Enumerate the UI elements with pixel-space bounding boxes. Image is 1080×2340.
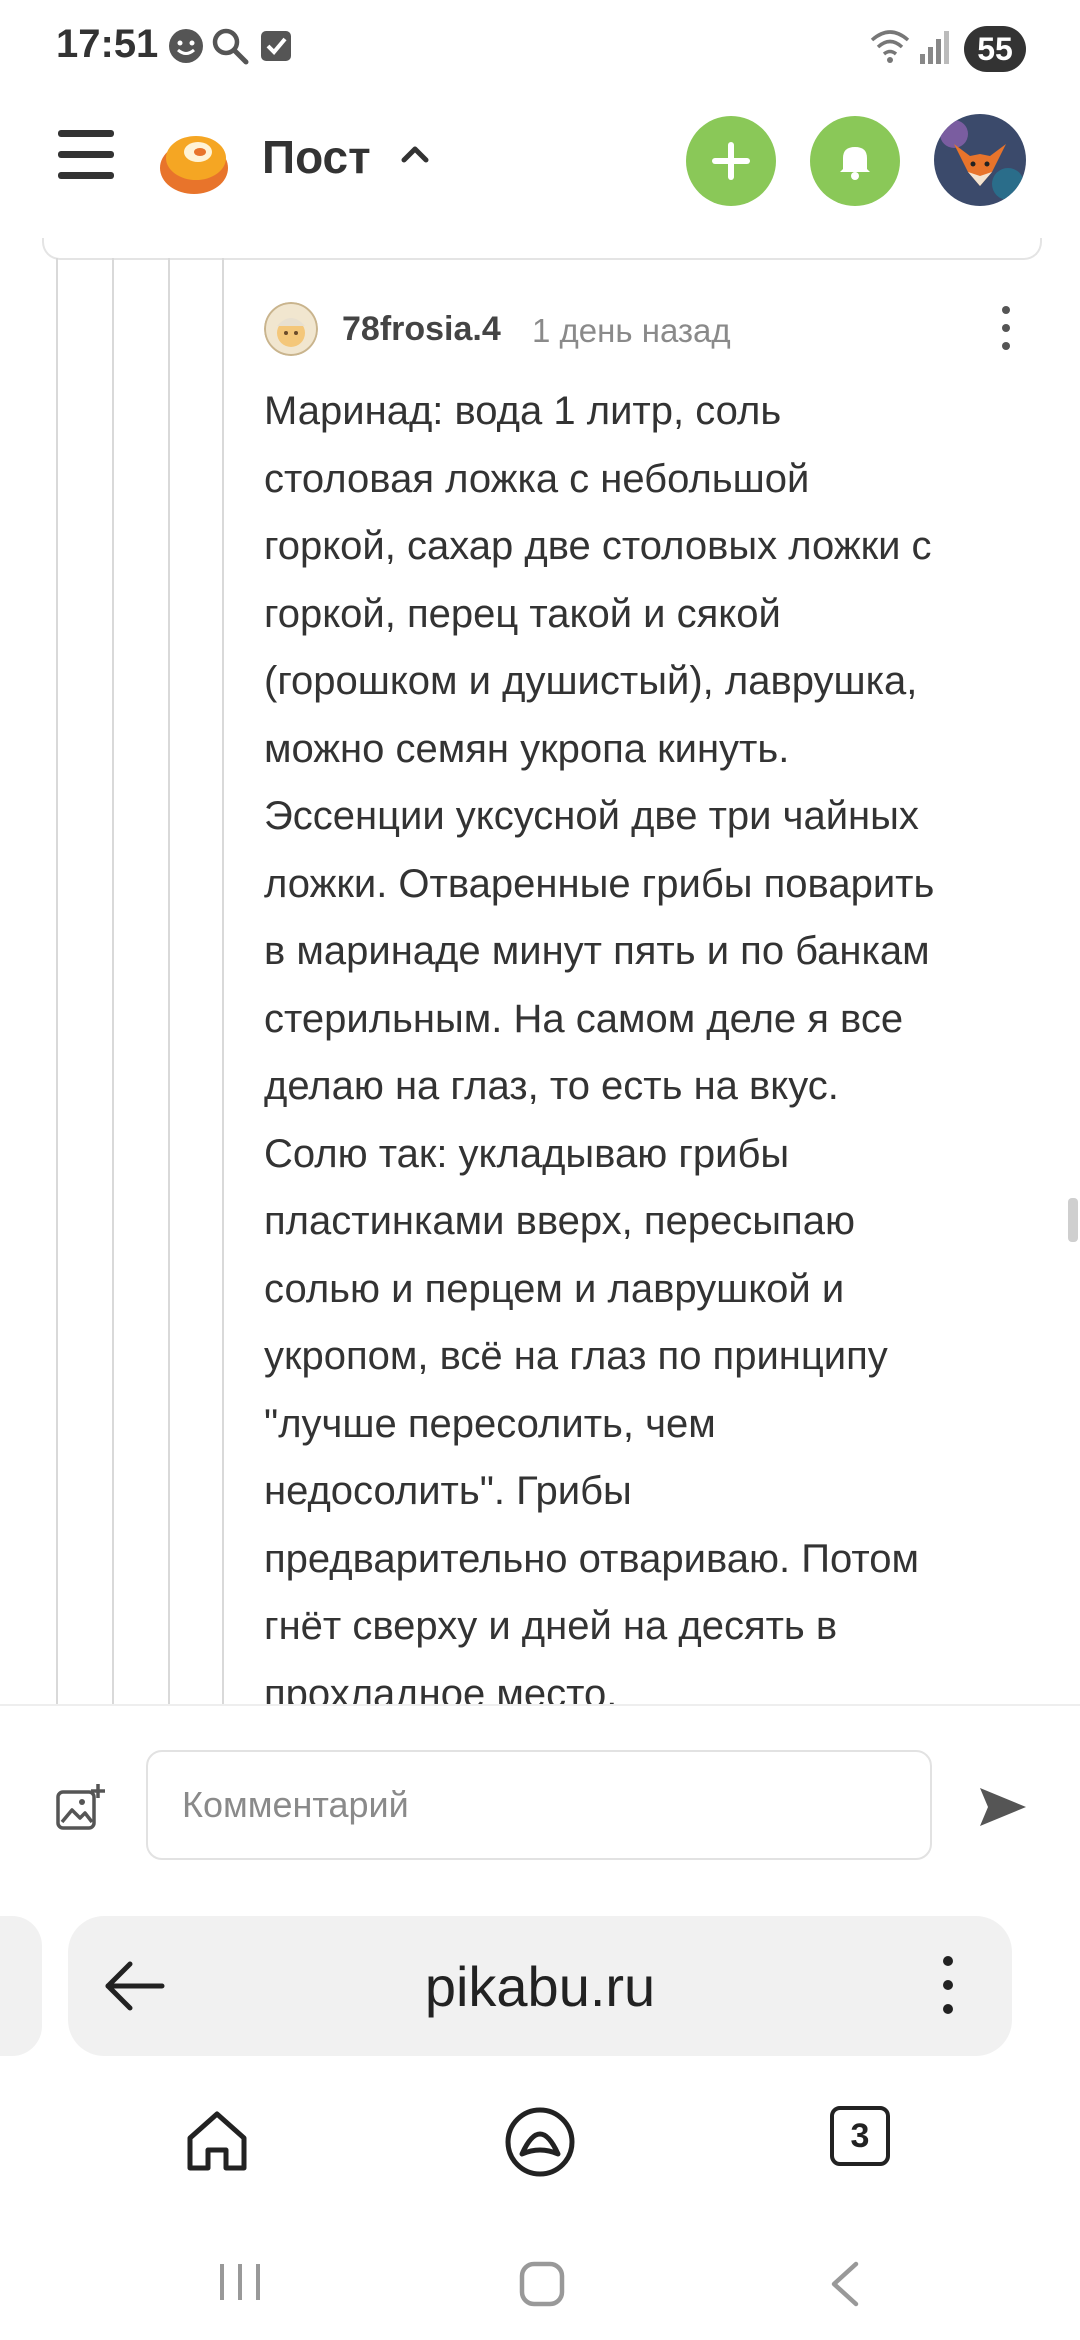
thread-line[interactable] xyxy=(168,258,170,1704)
comment-bar xyxy=(0,1704,1080,1890)
comment-line: можно семян укропа кинуть. xyxy=(264,726,790,771)
add-post-button[interactable] xyxy=(686,116,776,206)
page-title[interactable]: Пост xyxy=(262,130,371,184)
previous-tab-preview[interactable] xyxy=(0,1916,42,2056)
comment-line: Эссенции уксусной две три чайных xyxy=(264,794,919,838)
bell-icon xyxy=(840,147,870,180)
comment-line: укропом, всё на глаз по принципу xyxy=(264,1334,888,1378)
notifications-button[interactable] xyxy=(810,116,900,206)
battery-indicator: 55 xyxy=(964,26,1026,72)
comment-line: пластинками вверх, пересыпаю xyxy=(264,1199,855,1243)
more-options-icon[interactable] xyxy=(994,306,1018,356)
comment-input[interactable] xyxy=(146,1750,932,1860)
send-icon[interactable] xyxy=(978,1784,1028,1830)
recent-apps-icon[interactable] xyxy=(216,2260,264,2304)
signal-icon xyxy=(920,31,949,64)
chevron-up-icon[interactable] xyxy=(398,138,432,172)
thread-line[interactable] xyxy=(222,258,224,1704)
comment-line: гнёт сверху и дней на десять в xyxy=(264,1604,838,1648)
comment-text: Маринад: вода 1 литр, соль столовая ложк… xyxy=(264,378,1044,1704)
comment-line: в маринаде минут пять и по банкам xyxy=(264,929,930,973)
home-icon[interactable] xyxy=(182,2106,252,2176)
attach-image-icon[interactable] xyxy=(54,1782,106,1834)
app-header: Пост xyxy=(0,100,1080,240)
url-text[interactable]: pikabu.ru xyxy=(68,1954,1012,2019)
user-avatar[interactable] xyxy=(934,114,1026,206)
thread-line[interactable] xyxy=(112,258,114,1704)
fox-avatar-icon xyxy=(934,114,1026,206)
comment-line: Солю так: укладываю грибы xyxy=(264,1131,790,1176)
status-time: 17:51 xyxy=(56,22,159,66)
status-bar: 17:51 55 xyxy=(0,0,1080,100)
comment-line: предварительно отвариваю. Потом xyxy=(264,1536,919,1581)
comment-line: недосолить". Грибы xyxy=(264,1469,632,1513)
comment-author[interactable]: 78frosia.4 xyxy=(342,310,501,349)
comment-time: 1 день назад xyxy=(532,312,731,349)
system-back-icon[interactable] xyxy=(826,2260,866,2308)
comment-line: солью и перцем и лаврушкой и xyxy=(264,1266,845,1311)
comment-line: (горошком и душистый), лаврушка, xyxy=(264,659,918,703)
post-card-edge xyxy=(42,238,1042,260)
comment-line: делаю на глаз, то есть на вкус. xyxy=(264,1064,839,1108)
home-button-icon[interactable] xyxy=(518,2260,566,2308)
thread-line[interactable] xyxy=(56,258,58,1704)
chat-face-icon xyxy=(169,29,203,63)
comment-line: стерильным. На самом деле я все xyxy=(264,996,904,1041)
plus-icon xyxy=(712,142,750,180)
comment-line: горкой, сахар две столовых ложки с xyxy=(264,524,932,568)
tabs-counter-button[interactable]: 3 xyxy=(830,2106,890,2166)
post-content: 78frosia.4 1 день назад Маринад: вода 1 … xyxy=(0,238,1080,1704)
comment-line: столовая ложка с небольшой xyxy=(264,456,810,501)
pikabu-logo[interactable] xyxy=(154,120,234,200)
alice-assistant-icon[interactable] xyxy=(504,2106,576,2178)
browser-menu-icon[interactable] xyxy=(938,1956,958,2020)
comment-author-avatar[interactable] xyxy=(264,302,318,356)
author-avatar-icon xyxy=(264,302,318,356)
browser-toolbar: pikabu.ru 3 xyxy=(0,1888,1080,2340)
scrollbar-thumb[interactable] xyxy=(1068,1198,1078,1242)
comment-line: прохладное место. xyxy=(264,1671,618,1705)
comment-line: ложки. Отваренные грибы поварить xyxy=(264,861,935,906)
comment-line: "лучше пересолить, чем xyxy=(264,1401,716,1446)
hamburger-icon[interactable] xyxy=(58,130,114,186)
comment-line: горкой, перец такой и сякой xyxy=(264,591,781,636)
comment-line: Маринад: вода 1 литр, соль xyxy=(264,389,782,433)
wifi-icon xyxy=(870,30,910,63)
address-bar[interactable]: pikabu.ru xyxy=(68,1916,1012,2056)
checkbox-icon xyxy=(261,31,291,61)
search-icon xyxy=(212,28,249,65)
